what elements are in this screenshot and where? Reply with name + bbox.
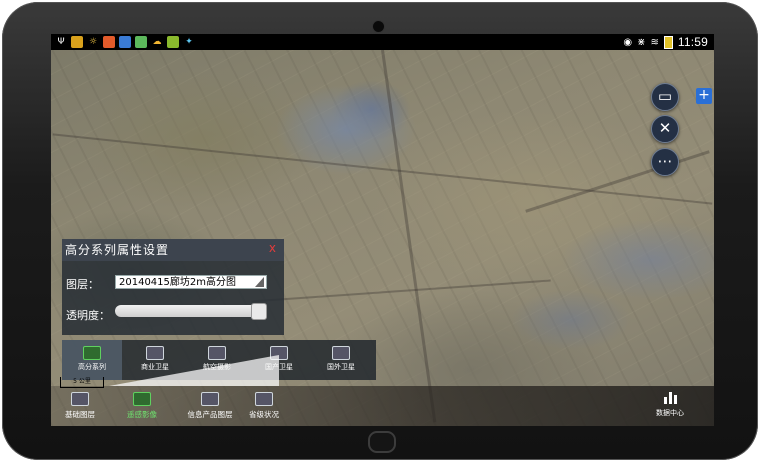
usb-icon: Ψ	[57, 37, 65, 47]
image-layer-icon	[332, 346, 350, 360]
tab-remote-sensing[interactable]: 遥感影像	[113, 390, 171, 424]
tab-label: 国外卫星	[327, 363, 355, 371]
bottom-tab-bar: 基础图层 遥感影像 信息产品图层 省级状况	[51, 386, 714, 426]
bar	[673, 395, 677, 404]
data-center-button[interactable]: 数据中心	[645, 390, 695, 424]
tab-provincial-status[interactable]: 省级状况	[235, 390, 293, 424]
app-icon	[119, 36, 131, 48]
home-button[interactable]	[368, 431, 396, 453]
map-road	[525, 150, 710, 213]
status-right-icons: ◉ ⋇ ≋ 11:59	[623, 35, 708, 49]
chat-icon[interactable]: ⋯	[651, 148, 679, 176]
folder-search-icon[interactable]: ▭	[651, 83, 679, 111]
image-layer-icon	[71, 392, 89, 406]
eye-icon: ◉	[623, 36, 633, 48]
app-icon	[167, 36, 179, 48]
image-layer-icon	[133, 392, 151, 406]
app-icon	[103, 36, 115, 48]
camera	[372, 20, 385, 33]
status-left-icons: Ψ ☼ ☁ ✦	[55, 36, 195, 48]
zoom-in-button[interactable]: +	[696, 88, 712, 104]
panel-title: 高分系列属性设置	[62, 239, 284, 261]
tab-label: 基础图层	[65, 410, 95, 419]
tab-foreign-satellite[interactable]: 国外卫星	[311, 340, 371, 380]
bar	[668, 392, 672, 404]
clock: 11:59	[677, 35, 708, 49]
image-layer-icon	[83, 346, 101, 360]
status-bar: Ψ ☼ ☁ ✦ ◉ ⋇ ≋ 11:59	[51, 34, 714, 50]
slider-handle[interactable]	[251, 303, 267, 320]
map-scale-bar: 5 公里	[60, 377, 104, 388]
bar	[663, 397, 667, 404]
tab-label: 信息产品图层	[187, 410, 233, 419]
brightness-icon: ☼	[88, 37, 98, 47]
data-center-label: 数据中心	[656, 409, 684, 417]
wifi-icon: ≋	[650, 36, 659, 48]
close-button[interactable]: x	[269, 241, 276, 255]
properties-panel: 高分系列属性设置 x 图层： 20140415廊坊2m高分图 透明度：	[62, 239, 284, 335]
layer-label: 图层：	[66, 278, 99, 291]
mute-icon: ⋇	[637, 36, 646, 48]
bar-chart-icon	[662, 392, 678, 404]
tab-label: 遥感影像	[127, 410, 157, 419]
tab-base-layers[interactable]: 基础图层	[51, 390, 109, 424]
cloud-icon: ☁	[152, 37, 162, 47]
tab-label: 省级状况	[249, 410, 279, 419]
screen: Ψ ☼ ☁ ✦ ◉ ⋇ ≋ 11:59 ▭ ✕ ⋯ + 高分系列属性设置 x 图…	[51, 34, 714, 426]
tab-pointer	[109, 355, 279, 386]
image-layer-icon	[255, 392, 273, 406]
opacity-slider[interactable]	[115, 303, 267, 320]
layer-select[interactable]: 20140415廊坊2m高分图	[115, 275, 267, 289]
tab-label: 高分系列	[78, 363, 106, 371]
tools-icon[interactable]: ✕	[651, 115, 679, 143]
app-icon	[135, 36, 147, 48]
map-road	[52, 133, 713, 205]
image-layer-icon	[201, 392, 219, 406]
app-icon: ✦	[185, 37, 193, 47]
dropdown-arrow-icon	[255, 277, 264, 287]
map-road	[251, 279, 551, 303]
battery-icon	[663, 35, 673, 49]
map-road	[381, 49, 437, 423]
app-icon	[71, 36, 83, 48]
layer-value: 20140415廊坊2m高分图	[119, 277, 237, 288]
opacity-label: 透明度：	[66, 309, 110, 322]
